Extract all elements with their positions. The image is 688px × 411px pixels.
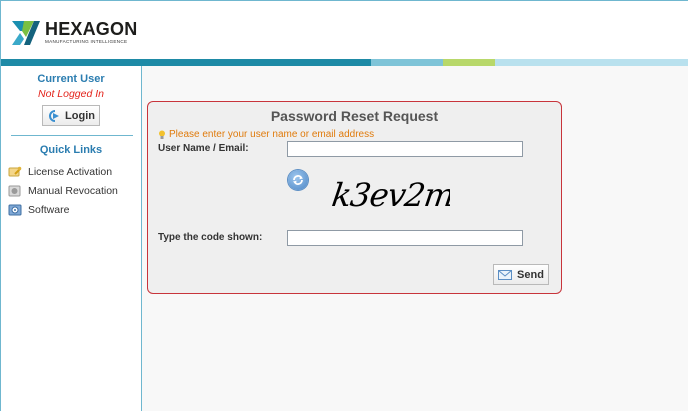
brand-name: HEXAGON [45,18,138,39]
software-icon [8,203,22,217]
brand-tagline: MANUFACTURING INTELLIGENCE [45,38,128,44]
password-reset-panel: Password Reset Request Please enter your… [147,101,562,294]
header-stripe [443,59,495,66]
captcha-code-input[interactable] [287,230,523,246]
send-label: Send [517,268,544,281]
captcha-image: k3ev2m [330,168,457,220]
quick-link-label: Manual Revocation [28,184,118,197]
quick-link-software[interactable]: Software [1,200,141,219]
main-content: Password Reset Request Please enter your… [142,66,688,411]
refresh-captcha-button[interactable] [288,170,308,190]
hexagon-logo[interactable]: HEXAGON MANUFACTURING INTELLIGENCE [10,17,137,47]
refresh-icon [293,175,303,185]
current-user-title: Current User [37,73,105,85]
send-button[interactable]: Send [493,264,549,285]
quick-link-label: Software [28,203,70,216]
login-arrow-icon [49,109,60,122]
captcha-text: k3ev2m [332,176,450,214]
quick-links-list: License Activation Manual Revocation Sof… [1,162,141,219]
lightbulb-icon [159,130,165,139]
login-label: Login [65,109,95,122]
quick-links-title: Quick Links [39,144,103,156]
sidebar-divider [11,135,133,136]
revoke-icon [8,184,22,198]
hint-message: Please enter your user name or email add… [158,129,374,140]
captcha-code-label: Type the code shown: [158,232,263,243]
quick-link-manual-revocation[interactable]: Manual Revocation [1,181,141,200]
header: HEXAGON MANUFACTURING INTELLIGENCE [1,1,688,59]
username-label: User Name / Email: [158,143,249,154]
key-icon [8,165,22,179]
quick-link-label: License Activation [28,165,113,178]
username-email-input[interactable] [287,141,523,157]
page: HEXAGON MANUFACTURING INTELLIGENCE Curre… [0,0,688,411]
sidebar: Current User Not Logged In Login Quick L… [1,66,142,411]
hexagon-logo-mark-icon [12,21,40,45]
envelope-icon [498,269,513,280]
login-status: Not Logged In [38,88,104,100]
header-stripe [1,59,371,66]
header-stripe [371,59,443,66]
header-stripe [495,59,688,66]
hint-text: Please enter your user name or email add… [169,129,375,140]
panel-title: Password Reset Request [270,108,439,124]
quick-link-license-activation[interactable]: License Activation [1,162,141,181]
login-button[interactable]: Login [42,105,100,126]
